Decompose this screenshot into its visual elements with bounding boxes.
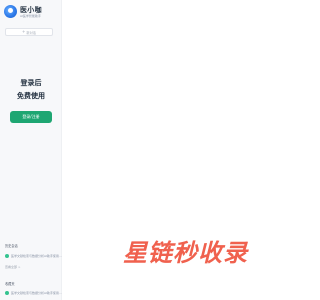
view-all-link[interactable]: 查看全部 >: [5, 265, 20, 269]
watermark-text: 星链秒收录: [123, 239, 248, 267]
history-item[interactable]: 医学文献检索与数据分析AI助手使用...: [5, 254, 62, 258]
brand[interactable]: 医小咖 AI医学智能助手: [4, 5, 42, 18]
plus-icon: +: [22, 29, 26, 34]
history-section-title: 历史会话: [5, 244, 18, 248]
app-root: 医小咖 AI医学智能助手 + 新对话 登录后 免费使用 登录/注册 历史会话 医…: [0, 0, 300, 300]
login-prompt-line1: 登录后: [20, 79, 42, 87]
new-chat-button[interactable]: + 新对话: [5, 28, 53, 36]
login-button[interactable]: 登录/注册: [10, 111, 52, 123]
brand-subtitle: AI医学智能助手: [20, 13, 41, 18]
login-prompt-line2: 免费使用: [17, 92, 45, 100]
history-item-text: 医学文献检索与数据分析AI助手使用...: [11, 254, 62, 258]
brand-name: 医小咖: [20, 5, 42, 14]
favorites-item-text: 医学文献检索与数据分析AI助手使用...: [11, 291, 62, 295]
chat-bubble-icon: [5, 291, 9, 295]
brand-text: 医小咖 AI医学智能助手: [20, 6, 42, 18]
chat-bubble-icon: [5, 254, 9, 258]
favorites-section-title: 收藏夹: [5, 282, 15, 286]
sidebar: 医小咖 AI医学智能助手 + 新对话 登录后 免费使用 登录/注册 历史会话 医…: [0, 0, 62, 300]
new-chat-label: 新对话: [26, 30, 36, 35]
favorites-item[interactable]: 医学文献检索与数据分析AI助手使用...: [5, 291, 62, 295]
logo-icon: [4, 5, 17, 18]
